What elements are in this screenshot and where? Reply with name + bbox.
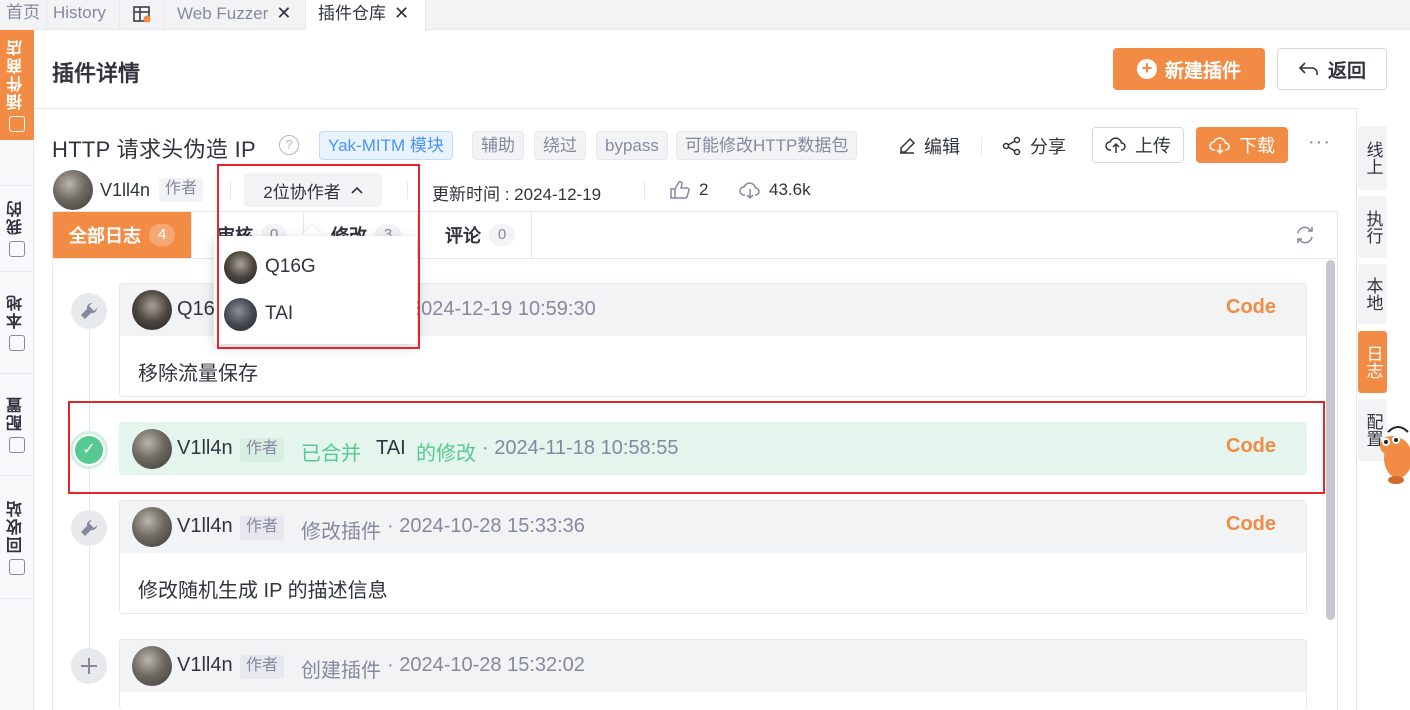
- code-link[interactable]: Code: [1226, 513, 1276, 536]
- log-entry: V1ll4n 作者 创建插件 · 2024-10-28 15:32:02: [119, 639, 1307, 710]
- log-time: · 2024-10-28 15:33:36: [387, 515, 585, 537]
- plus-icon: [71, 648, 107, 684]
- tab-log[interactable]: 日志: [1358, 331, 1387, 393]
- plus-circle-icon: +: [1136, 59, 1157, 79]
- table-icon: [133, 6, 151, 23]
- sidebar-item-mine[interactable]: 我的: [0, 186, 34, 270]
- log-time: · 2024-10-28 15:32:02: [387, 654, 585, 676]
- tab-comments[interactable]: 评论 0: [429, 212, 532, 258]
- highlight-box: [217, 164, 420, 349]
- tab-online[interactable]: 线上: [1358, 126, 1387, 190]
- sidebar-item-config[interactable]: 配置: [0, 374, 34, 474]
- store-icon: [9, 116, 25, 132]
- refresh-icon[interactable]: [1294, 224, 1316, 246]
- avatar: [53, 170, 93, 210]
- share-button[interactable]: 分享: [1002, 131, 1066, 161]
- plugin-title: HTTP 请求头伪造 IP: [52, 137, 256, 162]
- tab-web-fuzzer[interactable]: Web Fuzzer ✕: [164, 0, 306, 30]
- sidebar-item-local[interactable]: 本地: [0, 272, 34, 372]
- new-plugin-button[interactable]: + 新建插件: [1113, 48, 1265, 90]
- code-link[interactable]: Code: [1226, 296, 1276, 319]
- cloud-upload-icon: [1105, 137, 1126, 153]
- help-icon[interactable]: ?: [279, 135, 299, 155]
- tab-plugin-store[interactable]: 插件仓库 ✕: [306, 0, 426, 31]
- plugin-type-tag: Yak-MITM 模块: [319, 131, 453, 160]
- more-icon[interactable]: ···: [1308, 131, 1331, 154]
- scrollbar-thumb[interactable]: [1326, 260, 1335, 620]
- thumbs-up-icon: [670, 180, 690, 199]
- return-icon: [1298, 62, 1318, 75]
- author-badge: 作者: [240, 655, 285, 679]
- log-description: 修改随机生成 IP 的描述信息: [138, 580, 388, 602]
- download-count: 43.6k: [739, 180, 811, 200]
- tag: 辅助: [472, 131, 524, 160]
- tag: 绕过: [534, 131, 586, 160]
- upload-button[interactable]: 上传: [1092, 127, 1184, 163]
- wrench-icon: [71, 510, 107, 546]
- tab-all-logs[interactable]: 全部日志 4: [53, 212, 192, 258]
- log-user[interactable]: V1ll4n: [177, 515, 233, 538]
- log-time: 2024-12-19 10:59:30: [410, 298, 596, 320]
- tab-table[interactable]: [120, 0, 164, 30]
- edit-button[interactable]: 编辑: [898, 131, 960, 161]
- log-action: 修改插件: [301, 521, 381, 543]
- tag: 可能修改HTTP数据包: [676, 131, 858, 160]
- back-button[interactable]: 返回: [1277, 48, 1387, 90]
- avatar: [132, 290, 172, 330]
- recycle-icon: [9, 559, 25, 575]
- mascot-icon: [1380, 426, 1410, 484]
- log-description: 移除流量保存: [138, 363, 258, 385]
- avatar: [132, 507, 172, 547]
- tab-local[interactable]: 本地: [1358, 264, 1387, 324]
- edit-icon: [900, 137, 916, 154]
- monitor-icon: [9, 335, 25, 351]
- cloud-download-icon: [1209, 137, 1230, 155]
- update-time: 更新时间 : 2024-12-19: [432, 185, 602, 204]
- close-icon[interactable]: ✕: [276, 3, 291, 23]
- author-badge: 作者: [240, 516, 285, 540]
- tab-execute[interactable]: 执行: [1358, 196, 1387, 258]
- author-badge: 作者: [159, 178, 204, 202]
- log-action: 创建插件: [301, 660, 381, 682]
- tab-home[interactable]: 首页: [0, 0, 47, 30]
- tab-history[interactable]: History: [47, 0, 120, 30]
- download-button[interactable]: 下载: [1196, 127, 1288, 163]
- sliders-icon: [9, 437, 25, 453]
- share-icon: [1002, 136, 1021, 156]
- tab-bar: 首页 History Web Fuzzer ✕ 插件仓库 ✕: [0, 0, 1410, 31]
- timeline-line: [89, 330, 90, 660]
- sidebar-item-plugin-store[interactable]: 插件商店: [0, 30, 34, 140]
- avatar: [132, 646, 172, 686]
- sidebar-item-recycle[interactable]: 回收站: [0, 476, 34, 598]
- divider: [35, 108, 1410, 109]
- page-title: 插件详情: [52, 61, 141, 86]
- close-icon[interactable]: ✕: [394, 3, 409, 23]
- like-button[interactable]: 2: [669, 180, 708, 200]
- log-user[interactable]: V1ll4n: [177, 654, 233, 677]
- wrench-icon: [71, 293, 107, 329]
- user-card-icon: [9, 241, 25, 257]
- tag: bypass: [596, 131, 668, 160]
- highlight-box: [68, 401, 1325, 494]
- cloud-download-icon: [739, 182, 760, 200]
- log-entry: V1ll4n 作者 修改插件 · 2024-10-28 15:33:36 Cod…: [119, 500, 1307, 614]
- author-name[interactable]: V1ll4n: [100, 180, 150, 201]
